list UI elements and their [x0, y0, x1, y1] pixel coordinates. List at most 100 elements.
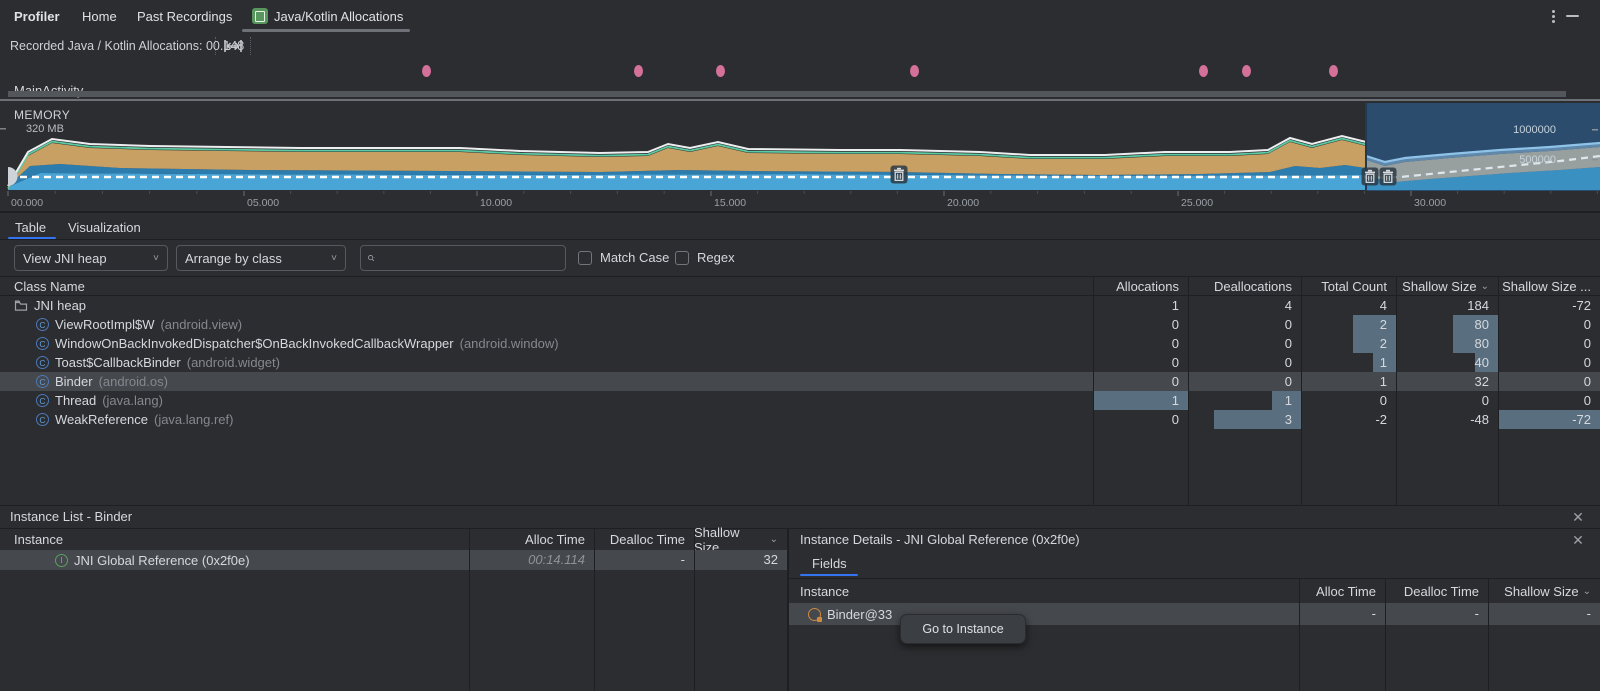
touch-event-dot[interactable] — [1199, 65, 1208, 77]
cell-value: - — [594, 550, 685, 570]
tab-fields[interactable]: Fields — [812, 556, 847, 571]
touch-event-dot[interactable] — [1242, 65, 1251, 77]
cell-value: 0 — [1172, 334, 1179, 353]
column-header[interactable]: Dealloc Time — [594, 529, 685, 550]
table-row[interactable]: JNI heap144184-72 — [0, 296, 1600, 315]
cell-value: 3 — [1285, 410, 1292, 429]
gc-event-icon — [891, 166, 908, 184]
search-box[interactable] — [360, 245, 566, 271]
chevron-down-icon: ˅ — [153, 253, 159, 264]
instance-list-panel: Instance Alloc Time Dealloc Time Shallow Si… — [0, 529, 787, 691]
class-table-header: Class Name Allocations Deallocations Total … — [0, 277, 1600, 296]
match-case-checkbox[interactable] — [578, 251, 592, 265]
search-input[interactable] — [379, 250, 559, 267]
column-header[interactable]: Alloc Time — [1299, 579, 1376, 604]
heap-dropdown[interactable]: View JNI heap ˅ — [14, 245, 168, 271]
class-name: Toast$CallbackBinder — [55, 355, 181, 370]
minimize-icon[interactable] — [1566, 15, 1579, 17]
class-icon: C — [36, 356, 49, 369]
search-icon — [367, 251, 376, 266]
cell-value: - — [1488, 603, 1591, 625]
cell-value: 80 — [1475, 315, 1489, 334]
column-header[interactable]: Shallow Size⌄ — [1396, 277, 1489, 296]
table-row[interactable]: CViewRootImpl$W(android.view)002800 — [0, 315, 1600, 334]
cell-value: -72 — [1572, 410, 1591, 429]
svg-text:15.000: 15.000 — [714, 197, 746, 209]
activity-lifecycle-bar[interactable] — [8, 91, 1566, 97]
tab-java-kotlin-allocations[interactable]: Java/Kotlin Allocations — [252, 0, 403, 32]
table-row[interactable]: CBinder(android.os)001320 — [0, 372, 1600, 391]
touch-event-dot[interactable] — [422, 65, 431, 77]
column-header-label: Shallow Size — [1504, 584, 1578, 599]
class-name: Thread — [55, 393, 96, 408]
package-name: (java.lang.ref) — [154, 412, 233, 427]
class-name: JNI heap — [34, 298, 86, 313]
zoom-to-fit-icon[interactable] — [222, 38, 244, 54]
cell-value: 4 — [1285, 296, 1292, 315]
cell-value: 2 — [1380, 334, 1387, 353]
svg-text:05.000: 05.000 — [247, 197, 279, 209]
kebab-menu-icon[interactable] — [1548, 8, 1558, 25]
column-header[interactable]: Instance — [14, 529, 461, 550]
column-header[interactable]: Shallow Size ... — [1498, 277, 1591, 296]
filter-bar: View JNI heap ˅ Arrange by class ˅ Match… — [0, 240, 1600, 277]
table-row[interactable]: CThread(java.lang)11000 — [0, 391, 1600, 410]
svg-text:30.000: 30.000 — [1414, 197, 1446, 209]
tab-table[interactable]: Table — [15, 217, 46, 237]
cell-value: 0 — [1285, 334, 1292, 353]
column-header[interactable]: Shallow Size⌄ — [1488, 579, 1591, 604]
column-header-label: Alloc Time — [1316, 584, 1376, 599]
separator — [215, 37, 216, 55]
touch-event-dot[interactable] — [1329, 65, 1338, 77]
arrange-dropdown[interactable]: Arrange by class ˅ — [176, 245, 346, 271]
tab-past-recordings[interactable]: Past Recordings — [137, 0, 232, 32]
tab-visualization[interactable]: Visualization — [68, 217, 141, 237]
column-header-label: Total Count — [1321, 279, 1387, 294]
regex-checkbox[interactable] — [675, 251, 689, 265]
column-header[interactable]: Shallow Size⌄ — [694, 529, 778, 550]
cell-value: 0 — [1380, 391, 1387, 410]
column-header[interactable]: Allocations — [1093, 277, 1179, 296]
column-header[interactable]: Class Name — [14, 277, 1085, 296]
selected-fields-tab-underline — [800, 574, 858, 576]
column-header[interactable]: Instance — [800, 579, 1291, 604]
column-header-label: Allocations — [1116, 279, 1179, 294]
instance-row[interactable]: IJNI Global Reference (0x2f0e)00:14.114-… — [0, 550, 787, 570]
go-to-instance-popup[interactable]: Go to Instance — [900, 614, 1026, 644]
touch-event-dot[interactable] — [910, 65, 919, 77]
match-case-label: Match Case — [600, 250, 669, 265]
cell-value: 0 — [1584, 391, 1591, 410]
column-header[interactable]: Deallocations — [1188, 277, 1292, 296]
cell-value: 32 — [694, 550, 778, 570]
column-header[interactable]: Total Count — [1301, 277, 1387, 296]
tab-home[interactable]: Home — [82, 0, 117, 32]
user-events-track[interactable] — [0, 60, 1600, 82]
tab-profiler[interactable]: Profiler — [14, 0, 60, 32]
class-icon: C — [36, 337, 49, 350]
track-separator — [0, 99, 1600, 101]
table-row[interactable]: CWeakReference(java.lang.ref)03-2-48-72 — [0, 410, 1600, 429]
table-row[interactable]: CToast$CallbackBinder(android.widget)001… — [0, 353, 1600, 372]
svg-text:00.000: 00.000 — [11, 197, 43, 209]
column-header[interactable]: Dealloc Time — [1385, 579, 1479, 604]
touch-event-dot[interactable] — [716, 65, 725, 77]
column-header[interactable]: Alloc Time — [469, 529, 585, 550]
close-icon[interactable]: ✕ — [1570, 509, 1586, 525]
package-name: (android.os) — [99, 374, 168, 389]
cell-value: 32 — [1475, 372, 1489, 391]
close-icon[interactable]: ✕ — [1570, 532, 1586, 548]
cell-value: 00:14.114 — [469, 550, 585, 570]
class-name: WeakReference — [55, 412, 148, 427]
table-row[interactable]: CWindowOnBackInvokedDispatcher$OnBackInv… — [0, 334, 1600, 353]
memory-chart[interactable]: 100000050000000.00005.00010.00015.00020.… — [0, 103, 1600, 211]
cell-value: 0 — [1584, 315, 1591, 334]
instance-label: JNI Global Reference (0x2f0e) — [74, 553, 250, 568]
cell-value: - — [1385, 603, 1479, 625]
cell-value: 1 — [1285, 391, 1292, 410]
class-icon: C — [36, 375, 49, 388]
instance-details-header: Instance Alloc Time Dealloc Time Shallow Si… — [789, 578, 1600, 603]
column-header-label: Instance — [14, 532, 63, 547]
touch-event-dot[interactable] — [634, 65, 643, 77]
recording-toolbar: Recorded Java / Kotlin Allocations: 00.1… — [0, 32, 1600, 61]
gc-event-icon — [1362, 168, 1379, 186]
